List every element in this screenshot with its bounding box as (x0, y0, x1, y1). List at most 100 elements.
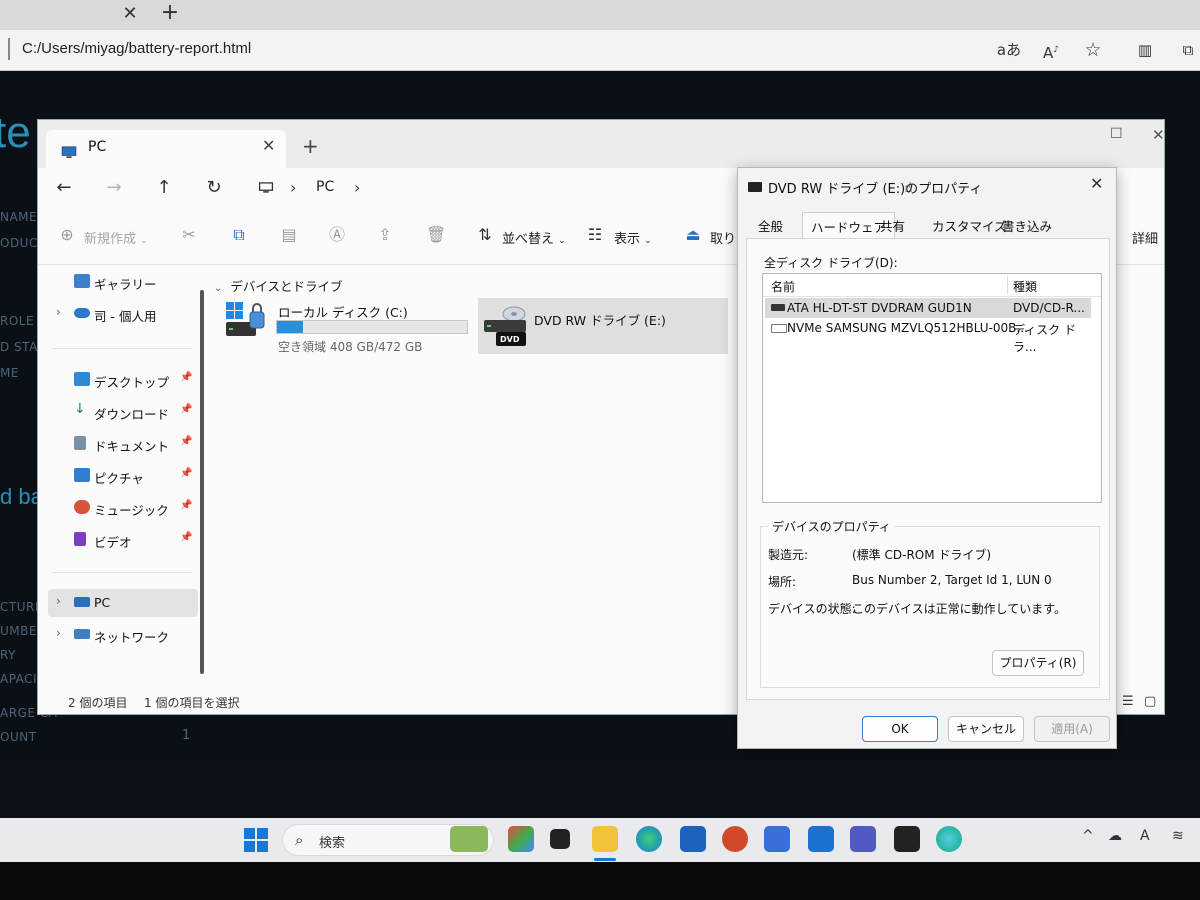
column-divider[interactable] (1007, 276, 1008, 294)
sort-icon: ⇅ (478, 225, 492, 244)
back-arrow-icon[interactable]: ← (52, 176, 76, 200)
report-label: RY (0, 648, 16, 662)
pin-icon[interactable]: 📌 (180, 436, 192, 447)
forward-arrow-icon[interactable]: → (102, 176, 126, 200)
drive-c[interactable]: ローカル ディスク (C:) 空き領域 408 GB/472 GB (224, 298, 474, 354)
disk-drive-icon (771, 324, 787, 333)
pin-icon[interactable]: 📌 (180, 372, 192, 383)
app-icon[interactable] (722, 826, 748, 852)
monitor-icon (74, 597, 90, 607)
store-icon[interactable] (680, 826, 706, 852)
sidebar-item-pc[interactable]: › PC (48, 589, 198, 617)
taskbar: ⌕ 検索 ^ ☁ A ≋ (0, 818, 1200, 862)
sort-label: 並べ替え (502, 232, 555, 247)
sidebar-item-documents[interactable]: ドキュメント 📌 (48, 430, 198, 458)
read-aloud-icon[interactable]: aあ (996, 38, 1022, 62)
tab-customize[interactable]: カスタマイズ (932, 216, 1007, 238)
column-header-name[interactable]: 名前 (771, 278, 795, 295)
properties-dialog: DVD RW ドライブ (E:)のプロパティ ✕ 全般 ハードウェア 共有 カス… (738, 168, 1116, 748)
cut-icon[interactable]: ✂ (180, 226, 198, 244)
view-button[interactable]: 表示 ⌄ (614, 228, 652, 247)
sidebar-item-onedrive[interactable]: › 司 - 個人用 (48, 300, 198, 328)
details-view-icon[interactable]: ☰ (1122, 694, 1134, 709)
onedrive-tray-icon[interactable]: ☁ (1108, 828, 1122, 844)
paste-icon[interactable]: ▤ (280, 226, 298, 244)
refresh-icon[interactable]: ↻ (202, 176, 226, 200)
tray-chevron-icon[interactable]: ^ (1082, 828, 1094, 844)
widget-icon[interactable] (450, 826, 488, 852)
view-label: 表示 (614, 232, 641, 247)
sidebar-item-network[interactable]: › ネットワーク (48, 621, 198, 649)
chevron-right-icon[interactable]: › (354, 178, 360, 197)
browser-address[interactable]: C:/Users/miyag/battery-report.html (22, 40, 251, 57)
device-properties-title: デバイスのプロパティ (768, 518, 895, 535)
tab-sharing[interactable]: 共有 (880, 216, 905, 238)
tab-general[interactable]: 全般 (758, 216, 783, 238)
maximize-icon[interactable]: ☐ (1110, 126, 1123, 142)
new-button[interactable]: 新規作成 ⌄ (84, 228, 148, 247)
text-size-icon[interactable]: A♪ (1038, 38, 1064, 62)
chevron-right-icon[interactable]: › (56, 626, 61, 640)
address-bar[interactable]: › PC › (254, 174, 734, 204)
file-explorer-taskbar-icon[interactable] (592, 826, 618, 852)
properties-button[interactable]: プロパティ(R) (992, 650, 1084, 676)
split-screen-icon[interactable]: ▥ (1132, 38, 1158, 62)
copy-icon[interactable]: ⧉ (230, 226, 248, 244)
pin-icon[interactable]: 📌 (180, 404, 192, 415)
drive-c-usage-fill (277, 321, 303, 333)
copilot-icon[interactable] (508, 826, 534, 852)
delete-icon[interactable]: 🗑 (426, 226, 446, 244)
cancel-button[interactable]: キャンセル (948, 716, 1024, 742)
teams-icon[interactable] (850, 826, 876, 852)
large-icons-view-icon[interactable]: ▢ (1144, 694, 1156, 709)
terminal-icon[interactable] (894, 826, 920, 852)
ime-icon[interactable]: A (1140, 828, 1150, 844)
sidebar-item-downloads[interactable]: ↓ ダウンロード 📌 (48, 398, 198, 426)
sidebar-item-gallery[interactable]: ギャラリー (48, 268, 198, 296)
chevron-right-icon[interactable]: › (56, 594, 61, 608)
mail-icon[interactable] (764, 826, 790, 852)
chevron-right-icon[interactable]: › (56, 305, 61, 319)
list-row[interactable]: ATA HL-DT-ST DVDRAM GUD1N DVD/CD-R... (765, 298, 1091, 318)
list-row[interactable]: NVMe SAMSUNG MZVLQ512HBLU-00B... ディスク ドラ… (765, 318, 1091, 354)
rename-icon[interactable]: Ⓐ (328, 226, 346, 244)
manufacturer-value: (標準 CD-ROM ドライブ) (852, 548, 992, 562)
windows-start-icon[interactable] (244, 828, 268, 852)
share-icon[interactable]: ⇪ (376, 226, 394, 244)
breadcrumb-pc[interactable]: PC (316, 179, 334, 195)
section-header-devices[interactable]: ⌄ デバイスとドライブ (214, 276, 342, 295)
edge-icon[interactable] (636, 826, 662, 852)
sidebar-item-pictures[interactable]: ピクチャ 📌 (48, 462, 198, 490)
browser-new-tab-icon[interactable]: + (158, 0, 182, 26)
collections-icon[interactable]: ⧉ (1176, 38, 1200, 62)
pin-icon[interactable]: 📌 (180, 532, 192, 543)
sidebar-item-desktop[interactable]: デスクトップ 📌 (48, 366, 198, 394)
task-view-icon[interactable] (550, 829, 570, 849)
sidebar-scrollbar[interactable] (200, 290, 204, 674)
sort-button[interactable]: 並べ替え ⌄ (502, 228, 566, 247)
pin-icon[interactable]: 📌 (180, 468, 192, 479)
favorite-star-icon[interactable]: ☆ (1080, 38, 1106, 62)
tab-close-icon[interactable]: ✕ (262, 136, 275, 155)
tab-recording[interactable]: 書き込み (1002, 216, 1052, 238)
sidebar-item-label: デスクトップ (94, 375, 170, 390)
sidebar-item-videos[interactable]: ビデオ 📌 (48, 526, 198, 554)
up-arrow-icon[interactable]: ↑ (152, 176, 176, 200)
apply-button[interactable]: 適用(A) (1034, 716, 1110, 742)
drive-e[interactable]: DVD DVD RW ドライブ (E:) (478, 298, 728, 354)
ok-button[interactable]: OK (862, 716, 938, 742)
pin-icon[interactable]: 📌 (180, 500, 192, 511)
explorer-tab[interactable]: PC ✕ (46, 130, 286, 168)
new-tab-icon[interactable]: + (302, 134, 319, 158)
browser-tab-close-icon[interactable]: ✕ (120, 2, 140, 26)
dialog-close-icon[interactable]: ✕ (1090, 174, 1103, 193)
close-window-icon[interactable]: ✕ (1152, 126, 1165, 144)
column-header-type[interactable]: 種類 (1013, 278, 1037, 295)
details-button[interactable]: 詳細 (1132, 228, 1158, 247)
sidebar-item-music[interactable]: ミュージック 📌 (48, 494, 198, 522)
disk-drive-list[interactable]: 名前 種類 ATA HL-DT-ST DVDRAM GUD1N DVD/CD-R… (762, 273, 1102, 503)
wifi-icon[interactable]: ≋ (1172, 828, 1184, 844)
photos-icon[interactable] (808, 826, 834, 852)
browser-app-icon[interactable] (936, 826, 962, 852)
monitor-icon (258, 182, 274, 193)
